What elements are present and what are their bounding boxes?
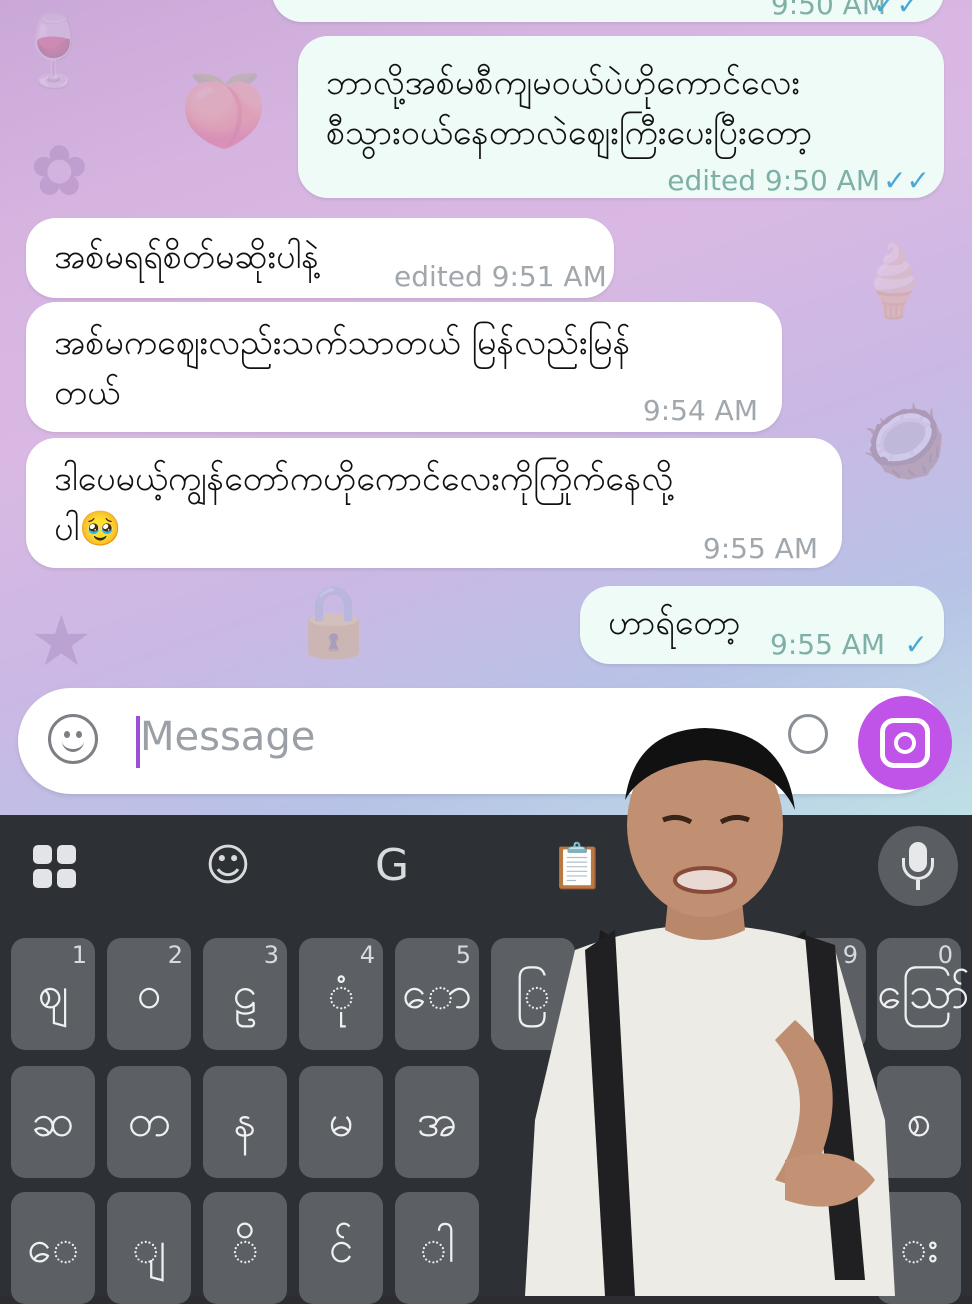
key[interactable]: ဈ1	[11, 938, 95, 1050]
message-time: 9:55 AM	[770, 628, 886, 661]
key-label: း	[899, 1222, 939, 1273]
key[interactable]: အ	[395, 1066, 479, 1178]
translate-icon[interactable]: G	[375, 840, 409, 891]
key-hint: 5	[455, 941, 471, 969]
key[interactable]: င်	[299, 1192, 383, 1304]
key-label: ဠ	[232, 968, 258, 1019]
key[interactable]: ုံ 4	[299, 938, 383, 1050]
message-bubble-out[interactable]: 9:50 AM ✓✓	[272, 0, 944, 22]
key[interactable]: မ	[299, 1066, 383, 1178]
key[interactable]: ါ	[395, 1192, 479, 1304]
key[interactable]: ိ	[203, 1192, 287, 1304]
key[interactable]: ဠ3	[203, 938, 287, 1050]
key-label: ိ	[231, 1222, 259, 1273]
flower-doodle-icon: ✿	[30, 130, 89, 212]
starfish-doodle-icon: ★	[30, 600, 93, 682]
lock-doodle-icon: 🔒	[290, 580, 378, 662]
key-label: အ	[416, 1096, 458, 1147]
key-label: ါ	[419, 1222, 455, 1273]
wine-glass-doodle-icon: 🍷	[10, 10, 98, 92]
check-icon: ✓	[904, 628, 928, 661]
key-label: တ	[127, 1096, 171, 1147]
message-time: 9:55 AM	[702, 532, 818, 565]
coconut-doodle-icon: 🥥	[860, 400, 948, 482]
ice-cream-doodle-icon: 🍦	[850, 240, 938, 322]
sticker-icon[interactable]: ☺	[205, 840, 251, 891]
key-label: ဝ	[136, 968, 162, 1019]
person-overlay-image	[525, 728, 895, 1296]
message-bubble-out[interactable]: ဟာရ်တော့ 9:55 AM ✓	[580, 586, 944, 664]
message-time: edited 9:51 AM	[394, 260, 607, 293]
key-label: ုံ	[327, 968, 355, 1019]
mic-stand	[902, 858, 934, 880]
key-label: ဆ	[31, 1096, 75, 1147]
message-text: အစ်မရရ်စိတ်မဆိုးပါနဲ့	[54, 237, 319, 277]
key-label: မ	[328, 1096, 354, 1147]
key-hint: 3	[263, 941, 279, 969]
key-hint: 2	[167, 941, 183, 969]
message-time: 9:54 AM	[642, 394, 758, 427]
key[interactable]: ော 5	[395, 938, 479, 1050]
smiley-icon[interactable]	[48, 714, 98, 764]
key-hint: 1	[71, 941, 87, 969]
key-hint: 0	[937, 941, 953, 969]
message-text: ဟာရ်တော့	[608, 603, 741, 643]
message-text: ဒါပေမယ့်ကျွန်တော်ကဟိုကောင်လေးကိုကြိုက်နေ…	[54, 459, 674, 549]
key-label: ျ	[131, 1222, 167, 1273]
double-check-icon: ✓✓	[883, 164, 930, 197]
mic-stem	[916, 880, 920, 890]
key[interactable]: ဆ	[11, 1066, 95, 1178]
message-bubble-in[interactable]: ဒါပေမယ့်ကျွန်တော်ကဟိုကောင်လေးကိုကြိုက်နေ…	[26, 438, 842, 568]
message-time: edited 9:50 AM	[667, 164, 880, 197]
double-check-icon: ✓✓	[873, 0, 920, 21]
key-label: ော	[401, 968, 473, 1019]
message-input[interactable]: Message	[140, 714, 315, 760]
peach-doodle-icon: 🍑	[180, 70, 268, 152]
key-label: န	[233, 1096, 257, 1147]
key-label: စ	[906, 1096, 932, 1147]
key-label: ေ	[26, 1222, 80, 1273]
key[interactable]: ျ	[107, 1192, 191, 1304]
message-bubble-in[interactable]: အစ်မရရ်စိတ်မဆိုးပါနဲ့ edited 9:51 AM	[26, 218, 614, 298]
key[interactable]: တ	[107, 1066, 191, 1178]
key-label: ဈ	[37, 968, 69, 1019]
key-hint: 4	[359, 941, 375, 969]
grid-icon[interactable]	[33, 845, 77, 889]
key[interactable]: ေ	[11, 1192, 95, 1304]
message-bubble-in[interactable]: အစ်မကဈေးလည်းသက်သာတယ် မြန်လည်းမြန် တယ် 9:…	[26, 302, 782, 432]
key-label: င်	[328, 1222, 354, 1273]
key[interactable]: န	[203, 1066, 287, 1178]
message-bubble-out[interactable]: ဘာလို့အစ်မစီကျမဝယ်ပဲဟိုကောင်လေး စီသွားဝယ…	[298, 36, 944, 198]
message-text: အစ်မကဈေးလည်းသက်သာတယ် မြန်လည်းမြန် တယ်	[54, 323, 631, 413]
message-text: ဘာလို့အစ်မစီကျမဝယ်ပဲဟိုကောင်လေး စီသွားဝယ…	[326, 63, 813, 153]
key[interactable]: ဝ2	[107, 938, 191, 1050]
